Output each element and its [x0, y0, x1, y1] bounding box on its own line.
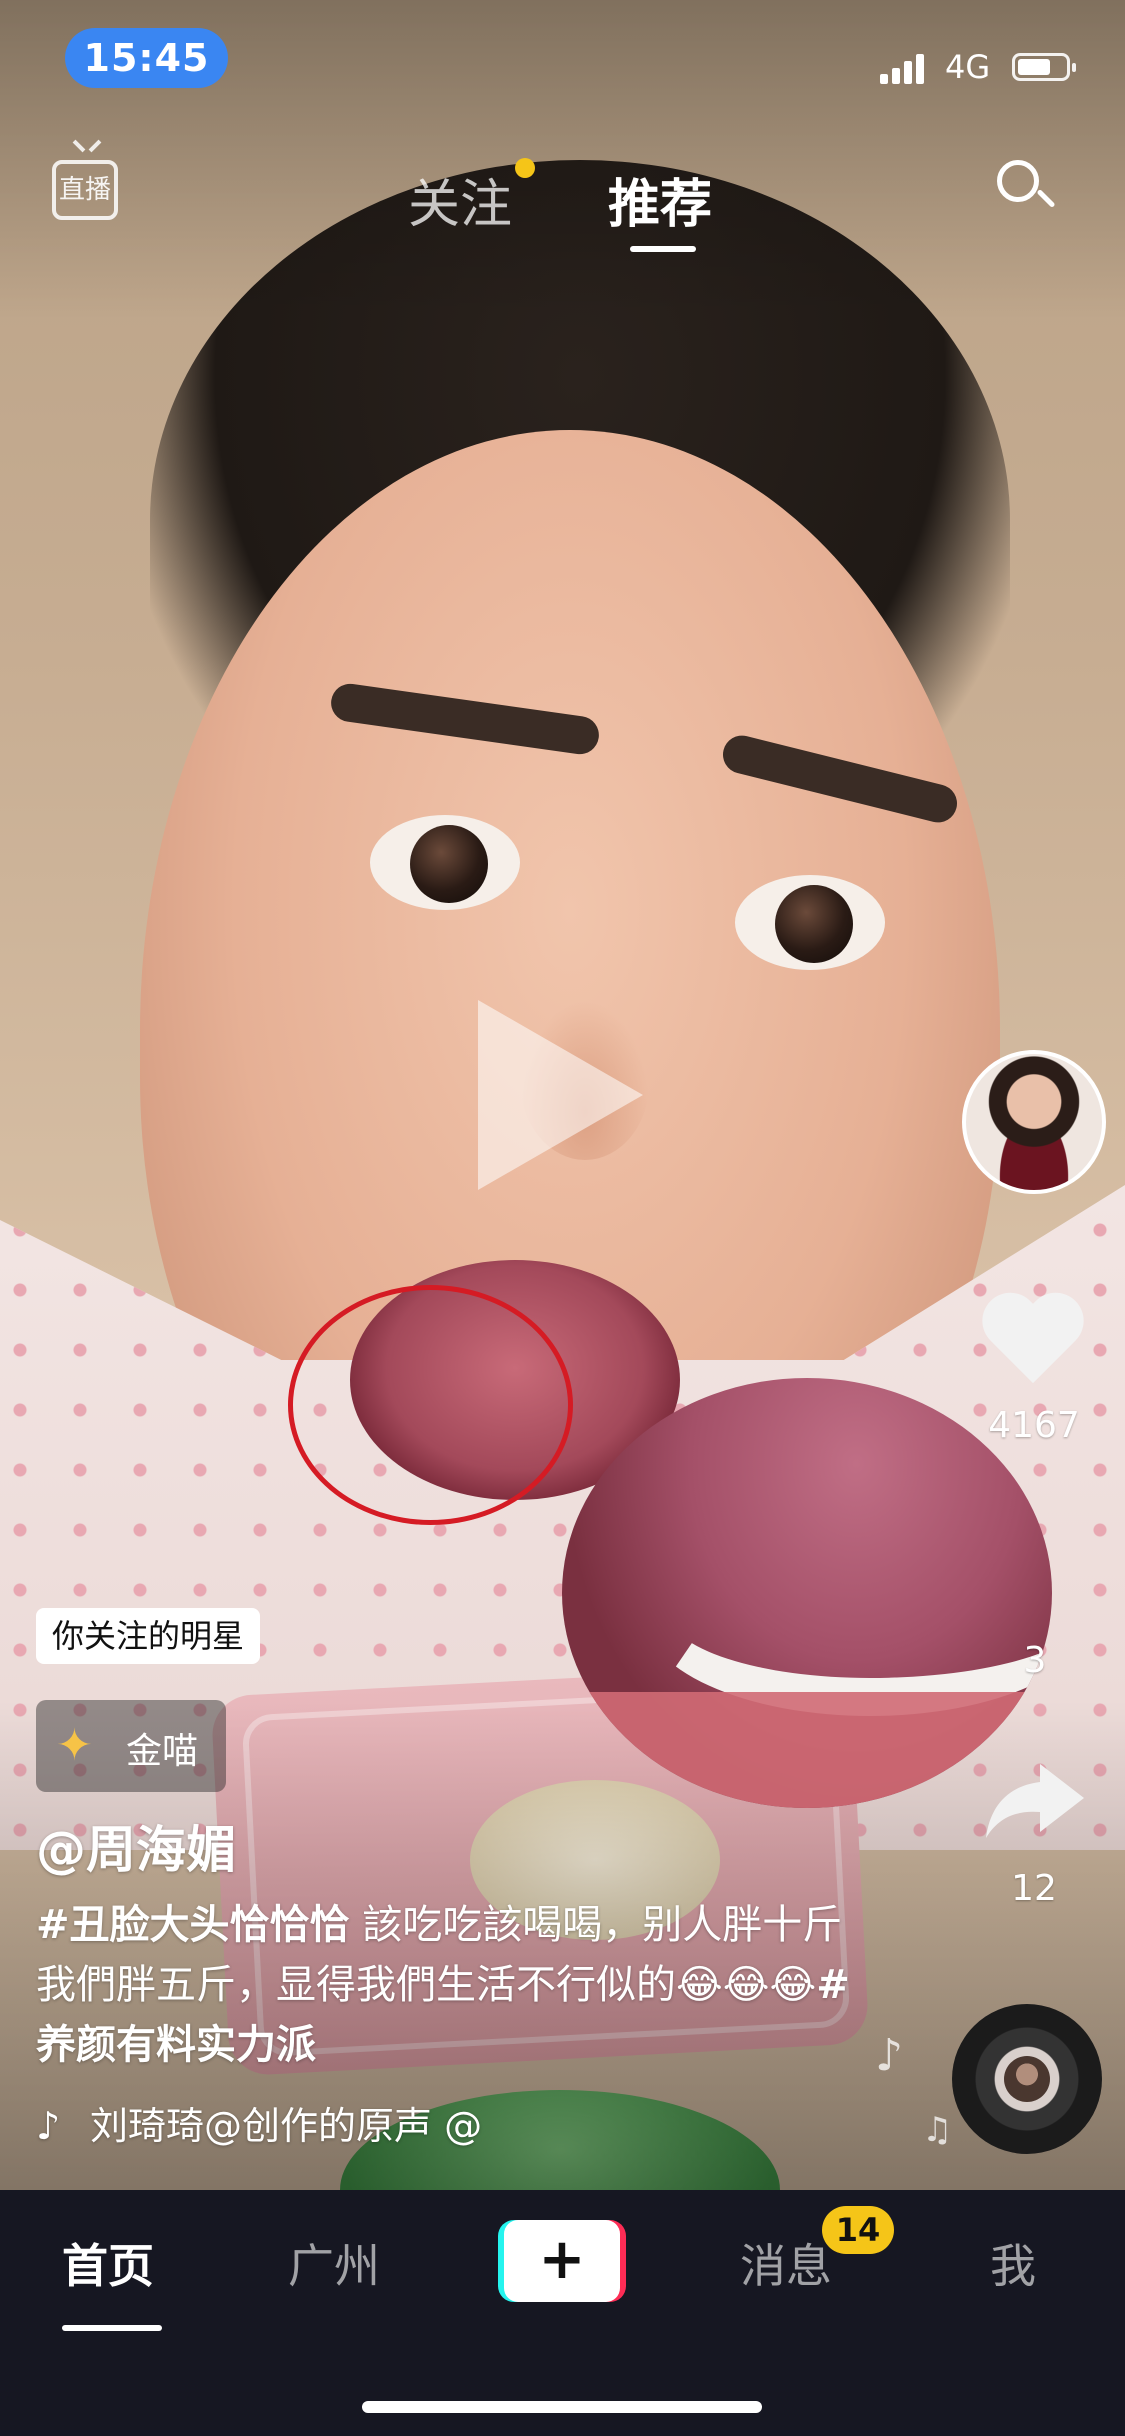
status-time: 15:45	[65, 28, 228, 88]
play-icon[interactable]	[478, 1000, 643, 1190]
music-note-icon: ♫	[922, 2110, 953, 2150]
activity-chip[interactable]: ✦ 金喵	[36, 1700, 226, 1792]
annotation-circle	[288, 1285, 573, 1525]
signal-icon	[880, 48, 930, 84]
following-new-dot	[515, 158, 535, 178]
tab-recommended[interactable]: 推荐	[608, 162, 712, 237]
share-icon[interactable]	[982, 1760, 1086, 1840]
video-right-eye	[735, 875, 885, 970]
tiktok-note-icon: ♪	[36, 2104, 61, 2148]
comment-count: 3	[1023, 1640, 1047, 1681]
activity-label: 金喵	[126, 1731, 199, 1772]
sparkle-icon: ✦	[56, 1720, 93, 1771]
zoom-teeth	[642, 1508, 1052, 1716]
tab-me[interactable]: 我	[990, 2230, 1036, 2296]
live-label: 直播	[58, 175, 111, 205]
battery-icon	[1012, 53, 1076, 81]
tab-following[interactable]: 关注	[408, 162, 512, 237]
music-note-icon: ♪	[875, 2030, 904, 2081]
network-type: 4G	[945, 48, 991, 86]
home-tab-indicator	[62, 2325, 162, 2331]
heart-icon[interactable]	[985, 1295, 1085, 1395]
video-caption: #丑脸大头恰恰恰 該吃吃該喝喝，别人胖十斤我們胖五斤，显得我們生活不行似的😂😂😂…	[36, 1895, 866, 2075]
tab-messages[interactable]: 消息	[740, 2230, 832, 2296]
plus-icon: +	[504, 2220, 620, 2302]
like-count: 4167	[988, 1405, 1080, 1446]
create-button[interactable]: +	[498, 2220, 626, 2302]
tab-city[interactable]: 广州	[288, 2230, 380, 2296]
share-count: 12	[1011, 1868, 1057, 1909]
home-indicator[interactable]	[362, 2401, 762, 2413]
messages-badge: 14	[822, 2206, 894, 2254]
active-tab-indicator	[630, 246, 696, 252]
sound-row[interactable]: ♪ 刘琦琦@创作的原声 @	[36, 2095, 482, 2150]
search-icon[interactable]	[997, 160, 1047, 210]
live-tv-icon[interactable]: 直播	[52, 160, 118, 220]
followed-star-tag: 你关注的明星	[36, 1608, 261, 1664]
sound-title: 刘琦琦@创作的原声 @	[90, 2104, 483, 2148]
author-avatar[interactable]	[962, 1050, 1106, 1194]
tab-home[interactable]: 首页	[62, 2230, 154, 2296]
video-left-eye	[370, 815, 520, 910]
music-disc[interactable]	[952, 2004, 1102, 2154]
author-name[interactable]: @周海媚	[36, 1810, 236, 1882]
hashtag-link[interactable]: #丑脸大头恰恰恰	[36, 1902, 350, 1948]
